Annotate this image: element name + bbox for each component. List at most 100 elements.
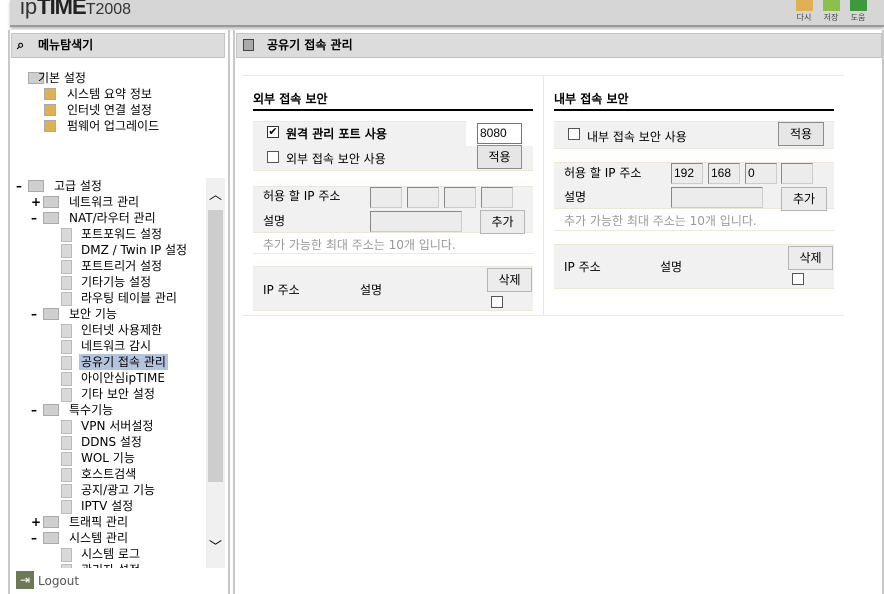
divider [253,253,533,254]
scroll-up-icon[interactable]: ︿ [209,184,222,203]
folder-icon [43,532,59,544]
page-icon [61,548,72,562]
page-icon [61,244,72,258]
tree-label: 공지/광고 기능 [81,483,156,497]
tree-label: 네트워크 감시 [81,339,152,353]
external-ip-octet-2[interactable] [407,187,439,208]
collapse-icon[interactable]: – [31,530,39,546]
external-ip-octet-3[interactable] [444,187,476,208]
tree-label: 아이안심ipTIME [81,371,165,385]
scroll-thumb[interactable] [208,210,223,482]
reload-icon [795,0,813,11]
external-desc-input[interactable] [370,211,462,232]
tree-item[interactable]: + 네트워크 관리 [11,194,206,210]
menu-tree: – 고급 설정 + 네트워크 관리 – NAT/라우터 관리포트포워드 설정 DMZ / T… [11,178,206,568]
tree-item[interactable]: 인터넷 사용제한 [11,322,206,338]
internal-select-all-checkbox[interactable] [792,273,804,285]
reload-label: 다시 [796,13,812,22]
tree-label: 시스템 요약 정보 [67,87,152,101]
folder-icon [43,196,59,208]
tree-item[interactable]: + 트래픽 관리 [11,514,206,530]
internal-security-checkbox[interactable] [568,128,580,140]
external-apply-button[interactable]: 적용 [477,145,522,169]
tree-item[interactable]: IPTV 설정 [11,498,206,514]
tree-label: 포트포워드 설정 [81,227,163,241]
tree-item[interactable]: 아이안심ipTIME [11,370,206,386]
tree-item[interactable]: 기타 보안 설정 [11,386,206,402]
internal-ip-octet-1[interactable]: 192 [671,163,703,184]
tree-label: 네트워크 관리 [69,195,140,209]
internal-apply-button[interactable]: 적용 [778,122,824,146]
tree-item[interactable]: VPN 서버설정 [11,418,206,434]
logout-link[interactable]: Logout [38,574,79,588]
tree-item[interactable]: 관리자 설정 [11,562,206,568]
expand-icon[interactable]: + [31,514,41,530]
tree-label: 보안 기능 [69,307,117,321]
tree-item[interactable]: 포트트리거 설정 [11,258,206,274]
tree-label: NAT/라우터 관리 [69,211,156,225]
search-icon: ⌕ [17,38,25,53]
tree-item[interactable]: DMZ / Twin IP 설정 [11,242,206,258]
page-icon [61,484,72,498]
external-add-button[interactable]: 추가 [480,210,525,234]
page-title: 공유기 접속 관리 [267,38,353,52]
tree-item[interactable]: – 고급 설정 [11,178,206,194]
tree-label: 포트트리거 설정 [81,259,163,273]
tree-item[interactable]: – NAT/라우터 관리 [11,210,206,226]
top-header [10,0,884,27]
tree-item[interactable]: – 시스템 관리 [11,530,206,546]
collapse-icon[interactable]: – [31,210,39,226]
collapse-icon[interactable]: – [31,306,39,322]
external-delete-button[interactable]: 삭제 [487,268,532,292]
tree-item[interactable]: DDNS 설정 [11,434,206,450]
internal-ip-octet-4[interactable] [781,163,813,184]
sidebar-title: 메뉴탐색기 [38,38,94,52]
tree-label: 특수기능 [69,403,114,417]
tree-item[interactable]: 공지/광고 기능 [11,482,206,498]
page-icon [61,292,72,306]
tree-item[interactable]: 공유기 접속 관리 [11,354,206,370]
scroll-down-icon[interactable]: ﹀ [209,536,222,555]
tree-item[interactable]: – 특수기능 [11,402,206,418]
internal-add-button[interactable]: 추가 [781,187,827,211]
column-divider [543,75,544,316]
page-icon [61,324,72,338]
tree-item[interactable]: 네트워크 감시 [11,338,206,354]
collapse-icon[interactable]: – [31,402,39,418]
tree-item[interactable]: 기타기능 설정 [11,274,206,290]
internal-desc-input[interactable] [671,187,763,208]
page-icon [61,372,72,386]
remote-port-checkbox[interactable]: ✔ [267,126,279,138]
internal-ip-octet-2[interactable]: 168 [708,163,740,184]
tree-item[interactable]: WOL 기능 [11,450,206,466]
internal-limit-note: 추가 가능한 최대 주소는 10개 입니다. [564,214,757,228]
item-icon [44,88,56,100]
help-button[interactable]: 도움 [848,0,868,23]
tree-label: 고급 설정 [54,179,102,193]
tree-label: 공유기 접속 관리 [79,354,168,370]
save-button[interactable]: 저장 [821,0,841,23]
tree-label: IPTV 설정 [81,499,134,513]
collapse-icon[interactable]: – [16,178,24,194]
remote-port-input[interactable]: 8080 [477,123,522,144]
folder-icon [43,212,59,224]
tree-item[interactable]: 포트포워드 설정 [11,226,206,242]
main-title-bar: 공유기 접속 관리 [236,33,882,58]
internal-ip-octet-3[interactable]: 0 [745,163,777,184]
external-security-checkbox[interactable] [267,151,279,163]
tree-scrollbar[interactable]: ︿ ﹀ [206,178,225,568]
external-select-all-checkbox[interactable] [491,296,503,308]
tree-item[interactable]: 호스트검색 [11,466,206,482]
page-icon [61,452,72,466]
internal-delete-button[interactable]: 삭제 [788,246,833,270]
tree-item[interactable]: 시스템 로그 [11,546,206,562]
tree-label: DDNS 설정 [81,435,142,449]
reload-button[interactable]: 다시 [794,0,814,23]
tree-item[interactable]: – 보안 기능 [11,306,206,322]
help-icon [849,0,867,11]
external-ip-octet-1[interactable] [370,187,402,208]
expand-icon[interactable]: + [31,194,41,210]
logout-icon[interactable]: ⇥ [16,571,34,589]
tree-item[interactable]: 라우팅 테이블 관리 [11,290,206,306]
external-ip-octet-4[interactable] [481,187,513,208]
